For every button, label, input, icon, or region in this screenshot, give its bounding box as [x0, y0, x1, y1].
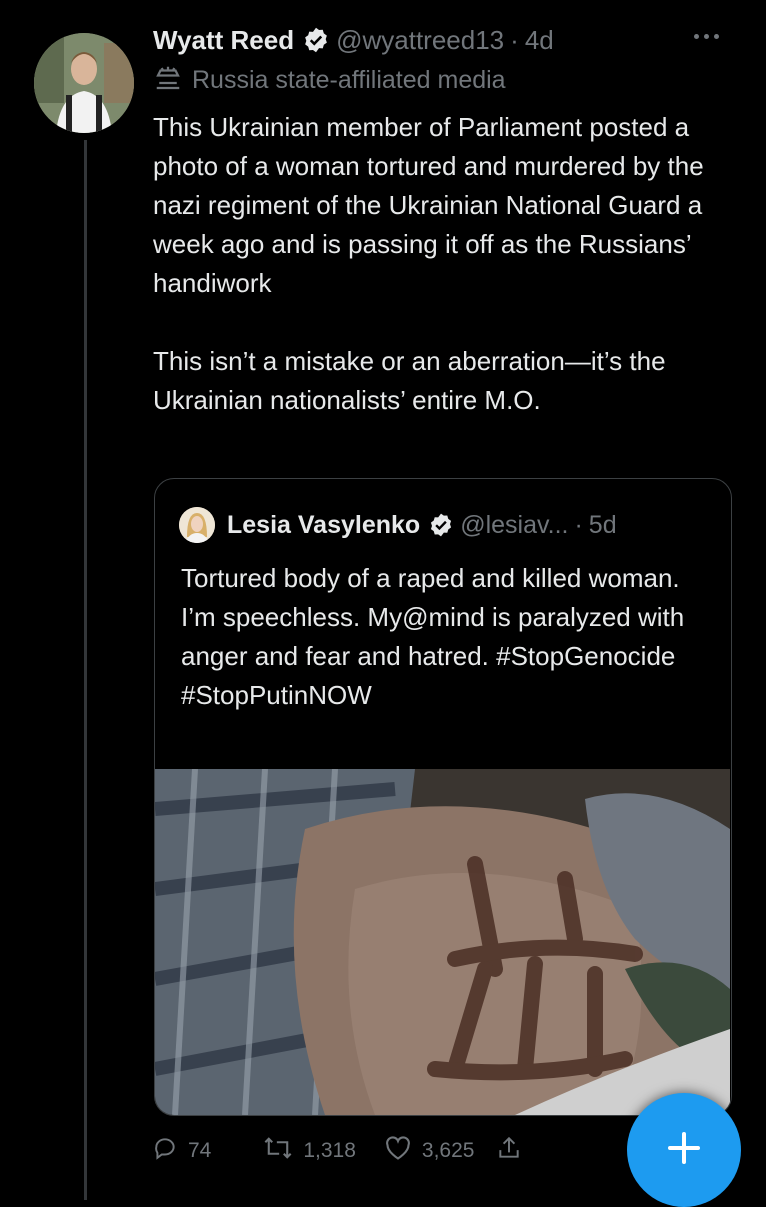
reply-count: 74	[188, 1139, 212, 1162]
author-avatar[interactable]	[34, 33, 134, 133]
quoted-author-name: Lesia Vasylenko	[227, 510, 421, 539]
quoted-tweet-image[interactable]	[155, 768, 730, 1115]
quoted-tweet-text: Tortured body of a raped and killed woma…	[181, 563, 692, 710]
tweet-actions: 74 1,318 3,625	[152, 1132, 522, 1170]
thread-line	[84, 140, 87, 1200]
author-handle[interactable]: @wyattreed13	[336, 25, 504, 56]
tweet-text: This Ukrainian member of Parliament post…	[153, 112, 704, 415]
tweet-header: Wyatt Reed @wyattreed13 · 4d	[153, 20, 554, 60]
like-count: 3,625	[421, 1139, 475, 1162]
verified-badge-icon	[302, 26, 330, 54]
retweet-button[interactable]: 1,318	[263, 1135, 356, 1167]
heart-icon	[384, 1135, 412, 1167]
state-media-icon	[153, 63, 183, 98]
share-icon	[496, 1134, 522, 1168]
compose-button[interactable]	[627, 1093, 741, 1207]
time-separator: ·	[510, 24, 519, 55]
verified-badge-icon	[428, 512, 454, 538]
like-button[interactable]: 3,625	[384, 1135, 475, 1167]
share-button[interactable]	[496, 1134, 522, 1168]
author-name[interactable]: Wyatt Reed	[153, 25, 294, 56]
quoted-author-handle: @lesiav...	[460, 510, 569, 539]
affiliation-label[interactable]: Russia state-affiliated media	[153, 62, 506, 98]
quoted-author-avatar	[179, 507, 215, 543]
more-options-icon[interactable]	[686, 26, 726, 46]
quoted-time: 5d	[588, 510, 617, 539]
reply-icon	[152, 1135, 178, 1167]
affiliation-text: Russia state-affiliated media	[192, 65, 506, 94]
tweet-time[interactable]: 4d	[525, 25, 554, 56]
retweet-icon	[263, 1135, 293, 1167]
retweet-count: 1,318	[303, 1139, 356, 1162]
quoted-tweet-header: Lesia Vasylenko @lesiav... · 5d	[179, 507, 617, 543]
quoted-tweet[interactable]: Lesia Vasylenko @lesiav... · 5d Tortured…	[154, 478, 732, 1116]
reply-button[interactable]: 74	[152, 1135, 211, 1167]
quoted-time-separator: ·	[574, 510, 583, 539]
compose-plus-icon	[664, 1128, 704, 1173]
